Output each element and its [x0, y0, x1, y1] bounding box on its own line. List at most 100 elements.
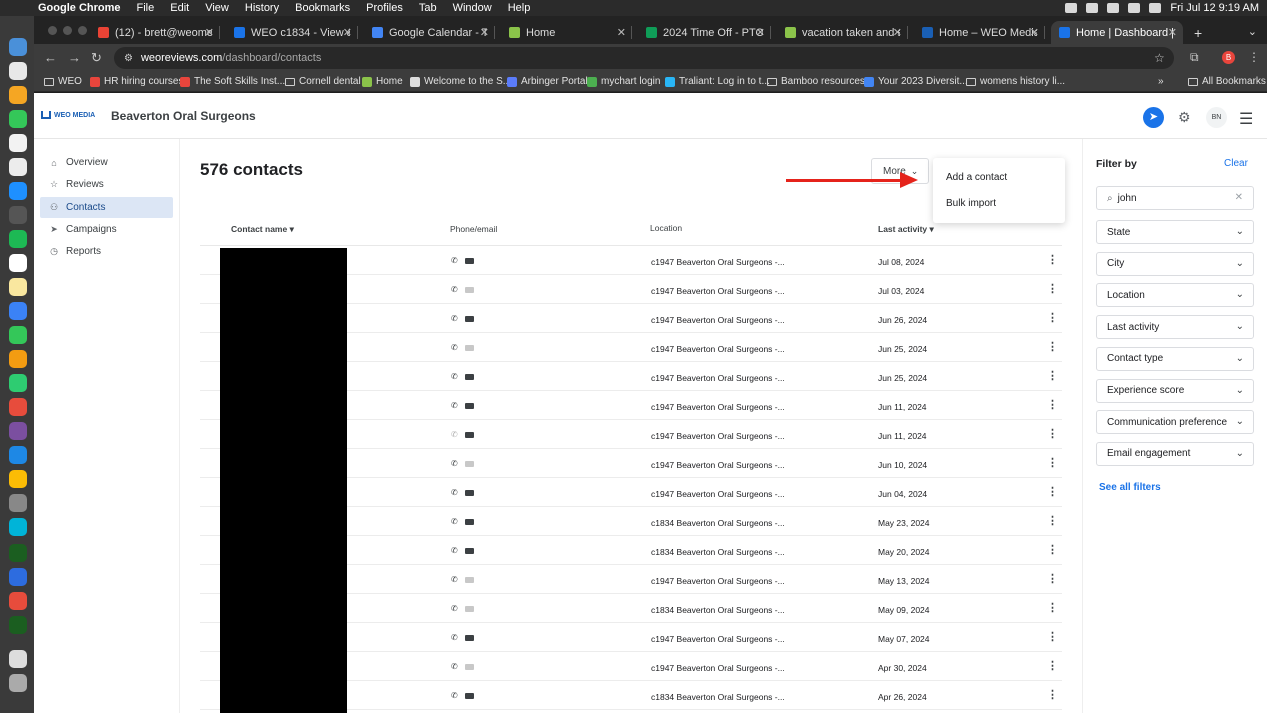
browser-tab[interactable]: vacation taken and sch✕ — [777, 21, 908, 44]
address-bar[interactable]: ⚙ weoreviews.com/dashboard/contacts — [114, 47, 1174, 69]
row-actions-kebab-icon[interactable]: ⋮ — [1047, 631, 1058, 643]
browser-tab[interactable]: (12) - brett@weomedia.✕ — [90, 21, 220, 44]
notes-app-icon[interactable] — [9, 278, 27, 296]
menu-edit[interactable]: Edit — [162, 2, 197, 14]
pages-app-icon[interactable] — [9, 350, 27, 368]
filter-select-state[interactable]: State ⌄ — [1096, 220, 1254, 244]
safari-app-icon[interactable] — [9, 446, 27, 464]
browser-tab[interactable]: Home ✕ — [501, 21, 632, 44]
menu-app-name[interactable]: Google Chrome — [30, 2, 129, 14]
phone-icon[interactable]: ✆ — [451, 256, 458, 265]
email-icon[interactable] — [465, 577, 474, 583]
bookmarks-overflow-icon[interactable]: » — [1158, 76, 1164, 87]
add-contact-menu-item[interactable]: Add a contact — [946, 172, 1007, 183]
status-icon[interactable] — [1107, 3, 1120, 13]
dock-app-icon[interactable] — [9, 86, 27, 104]
app-store-icon[interactable] — [9, 182, 27, 200]
filter-select-communication-preference[interactable]: Communication preference ⌄ — [1096, 410, 1254, 435]
email-icon[interactable] — [465, 519, 474, 525]
bookmark-item[interactable]: Home — [362, 76, 403, 87]
menu-help[interactable]: Help — [500, 2, 539, 14]
phone-icon[interactable]: ✆ — [451, 372, 458, 381]
column-header-last-activity[interactable]: Last activity ▾ — [878, 224, 934, 235]
menu-window[interactable]: Window — [445, 2, 500, 14]
filter-select-last-activity[interactable]: Last activity ⌄ — [1096, 315, 1254, 340]
bookmark-folder[interactable]: womens history li... — [966, 76, 1065, 87]
dock-app-icon[interactable] — [9, 592, 27, 610]
all-bookmarks-folder[interactable]: All Bookmarks — [1188, 76, 1266, 87]
user-avatar[interactable]: BN — [1206, 107, 1227, 128]
dock-app-icon[interactable] — [9, 398, 27, 416]
email-icon[interactable] — [465, 403, 474, 409]
slack-app-icon[interactable] — [9, 422, 27, 440]
browser-tab[interactable]: 2024 Time Off - PTO Tr✕ — [638, 21, 771, 44]
phone-icon[interactable]: ✆ — [451, 604, 458, 613]
row-actions-kebab-icon[interactable]: ⋮ — [1047, 544, 1058, 556]
menu-profiles[interactable]: Profiles — [358, 2, 411, 14]
sidebar-item-overview[interactable]: ⌂ Overview — [40, 152, 173, 173]
row-actions-kebab-icon[interactable]: ⋮ — [1047, 457, 1058, 469]
bookmark-star-icon[interactable]: ☆ — [1154, 51, 1165, 65]
browser-tab[interactable]: Home – WEO Media – Z✕ — [914, 21, 1045, 44]
close-tab-icon[interactable]: ✕ — [343, 26, 352, 39]
email-icon[interactable] — [465, 432, 474, 438]
sidebar-item-reviews[interactable]: ☆ Reviews — [40, 174, 173, 195]
close-tab-icon[interactable]: ✕ — [1030, 26, 1039, 39]
dock-app-icon[interactable] — [9, 110, 27, 128]
bookmark-folder[interactable]: Bamboo resources — [767, 76, 865, 87]
phone-icon[interactable]: ✆ — [451, 285, 458, 294]
close-tab-icon[interactable]: ✕ — [480, 26, 489, 39]
business-name[interactable]: Beaverton Oral Surgeons — [111, 109, 256, 123]
row-actions-kebab-icon[interactable]: ⋮ — [1047, 254, 1058, 266]
status-icon[interactable] — [1086, 3, 1099, 13]
bookmark-item[interactable]: mychart login — [587, 76, 660, 87]
bookmark-folder[interactable]: Cornell dental — [285, 76, 361, 87]
phone-icon[interactable]: ✆ — [451, 691, 458, 700]
email-icon[interactable] — [465, 258, 474, 264]
wifi-icon[interactable] — [1128, 3, 1141, 13]
phone-icon[interactable]: ✆ — [451, 430, 458, 439]
trash-icon[interactable] — [9, 674, 27, 692]
bookmark-item[interactable]: Arbinger Portal — [507, 76, 588, 87]
bookmark-item[interactable]: HR hiring courses — [90, 76, 183, 87]
phone-icon[interactable]: ✆ — [451, 633, 458, 642]
email-icon[interactable] — [465, 548, 474, 554]
tab-search-chevron-icon[interactable]: ⌄ — [1248, 25, 1257, 38]
settings-app-icon[interactable] — [9, 206, 27, 224]
close-window-button[interactable] — [48, 26, 57, 35]
row-actions-kebab-icon[interactable]: ⋮ — [1047, 283, 1058, 295]
email-icon[interactable] — [465, 693, 474, 699]
menu-clock[interactable]: Fri Jul 12 9:19 AM — [1170, 2, 1259, 14]
dock-app-icon[interactable] — [9, 518, 27, 536]
email-icon[interactable] — [465, 287, 474, 293]
filter-select-city[interactable]: City ⌄ — [1096, 251, 1254, 276]
browser-tab[interactable]: WEO c1834 - View & Ed✕ — [226, 21, 358, 44]
extensions-icon[interactable]: ⧉ — [1190, 50, 1199, 65]
bulk-import-menu-item[interactable]: Bulk import — [946, 198, 996, 209]
bookmark-folder[interactable]: WEO — [44, 76, 82, 87]
row-actions-kebab-icon[interactable]: ⋮ — [1047, 428, 1058, 440]
minimize-window-button[interactable] — [63, 26, 72, 35]
numbers-app-icon[interactable] — [9, 374, 27, 392]
dock-app-icon[interactable] — [9, 616, 27, 634]
new-tab-plus-icon[interactable]: + — [1194, 25, 1202, 41]
sidebar-item-reports[interactable]: ◷ Reports — [40, 241, 173, 262]
row-actions-kebab-icon[interactable]: ⋮ — [1047, 573, 1058, 585]
settings-gear-icon[interactable]: ⚙ — [1178, 109, 1191, 126]
reload-icon[interactable]: ↻ — [91, 50, 102, 66]
browser-tab[interactable]: Google Calendar - Tues✕ — [364, 21, 495, 44]
row-actions-kebab-icon[interactable]: ⋮ — [1047, 370, 1058, 382]
row-actions-kebab-icon[interactable]: ⋮ — [1047, 399, 1058, 411]
filter-select-contact-type[interactable]: Contact type ⌄ — [1096, 346, 1254, 371]
row-actions-kebab-icon[interactable]: ⋮ — [1047, 486, 1058, 498]
site-info-icon[interactable]: ⚙ — [124, 53, 133, 64]
email-icon[interactable] — [465, 490, 474, 496]
email-icon[interactable] — [465, 374, 474, 380]
clock-app-icon[interactable] — [9, 254, 27, 272]
menu-file[interactable]: File — [129, 2, 163, 14]
row-actions-kebab-icon[interactable]: ⋮ — [1047, 602, 1058, 614]
menu-tab[interactable]: Tab — [411, 2, 445, 14]
email-icon[interactable] — [465, 606, 474, 612]
see-all-filters-link[interactable]: See all filters — [1099, 482, 1161, 493]
dock-app-icon[interactable] — [9, 544, 27, 562]
